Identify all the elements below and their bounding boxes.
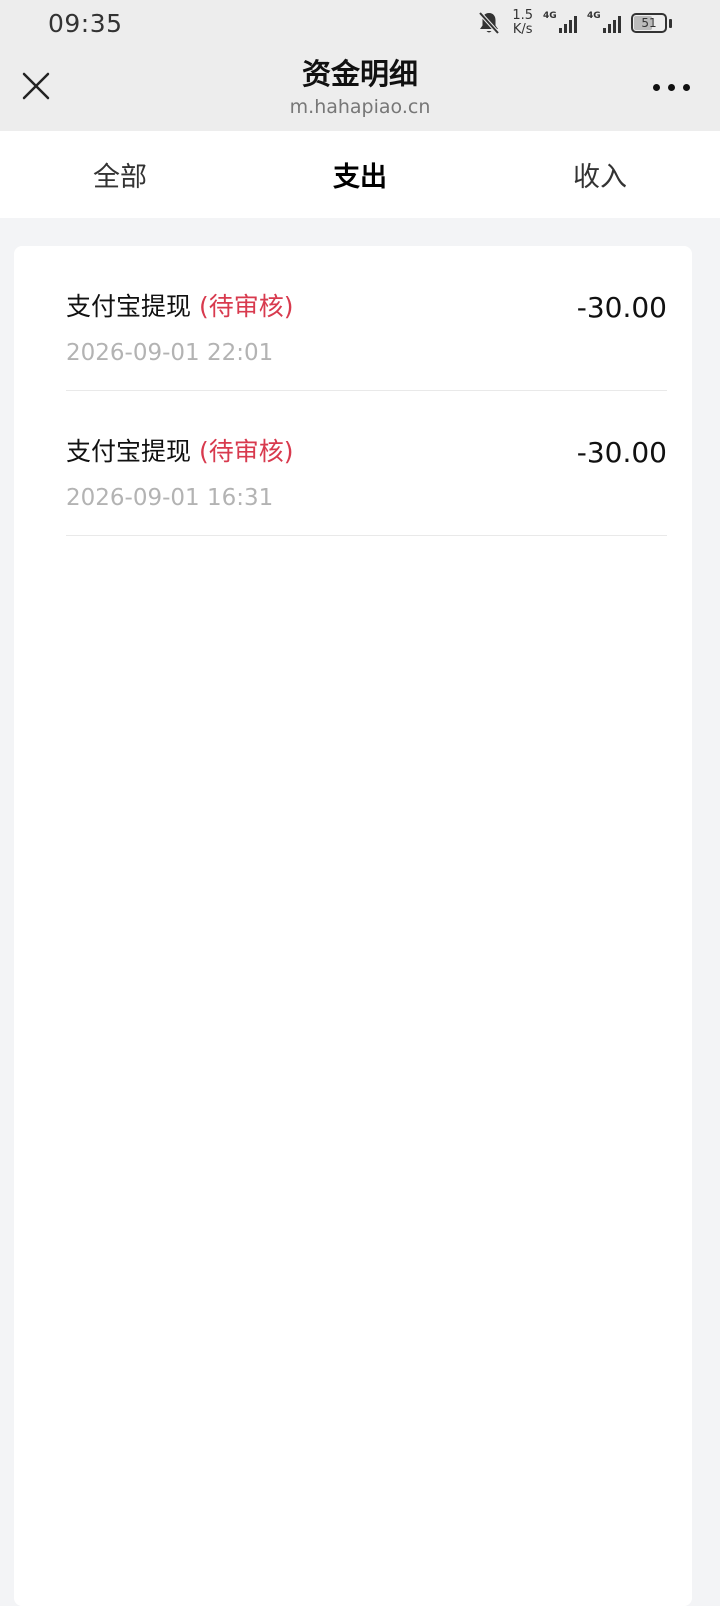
status-bar: 09:35 1.5 K/s 4G 4G 51	[0, 0, 720, 46]
list-item[interactable]: 支付宝提现 (待审核) 2026-09-01 16:31 -30.00	[66, 391, 667, 536]
more-options-button[interactable]	[646, 72, 696, 102]
battery-icon: 51	[631, 13, 667, 33]
record-amount: -30.00	[576, 291, 667, 324]
battery-indicator: 51	[631, 13, 672, 33]
page-url: m.hahapiao.cn	[289, 96, 431, 118]
record-title: 支付宝提现 (待审核)	[66, 437, 293, 467]
battery-level: 51	[641, 16, 657, 30]
tab-expense[interactable]: 支出	[240, 131, 480, 218]
record-title: 支付宝提现 (待审核)	[66, 292, 293, 322]
signal-2-type: 4G	[587, 11, 601, 21]
network-speed: 1.5 K/s	[512, 9, 533, 37]
record-type: 支付宝提现	[66, 292, 192, 321]
signal-icon: 4G	[587, 11, 621, 35]
more-dots-icon	[667, 83, 675, 91]
records-card: 支付宝提现 (待审核) 2026-09-01 22:01 -30.00 支付宝提…	[14, 246, 692, 1606]
record-status: (待审核)	[198, 292, 294, 321]
status-icons: 1.5 K/s 4G 4G 51	[476, 9, 672, 37]
more-dots-icon	[682, 83, 690, 91]
record-amount: -30.00	[576, 436, 667, 469]
record-time: 2026-09-01 16:31	[66, 485, 274, 511]
bell-muted-icon	[478, 11, 500, 35]
tab-all[interactable]: 全部	[0, 131, 240, 218]
network-speed-unit: K/s	[512, 22, 533, 37]
tab-income[interactable]: 收入	[480, 131, 720, 218]
tab-bar: 全部 支出 收入	[0, 131, 720, 218]
signal-icon: 4G	[543, 11, 577, 35]
signal-1-type: 4G	[543, 11, 557, 21]
list-item[interactable]: 支付宝提现 (待审核) 2026-09-01 22:01 -30.00	[66, 246, 667, 391]
record-type: 支付宝提现	[66, 437, 192, 466]
status-time: 09:35	[48, 8, 123, 38]
page-title: 资金明细	[301, 57, 418, 91]
network-speed-value: 1.5	[512, 8, 533, 23]
title-bar: 资金明细 m.hahapiao.cn	[0, 46, 720, 131]
title-block: 资金明细 m.hahapiao.cn	[0, 54, 720, 120]
record-status: (待审核)	[198, 437, 294, 466]
more-dots-icon	[652, 83, 660, 91]
record-time: 2026-09-01 22:01	[66, 340, 274, 366]
